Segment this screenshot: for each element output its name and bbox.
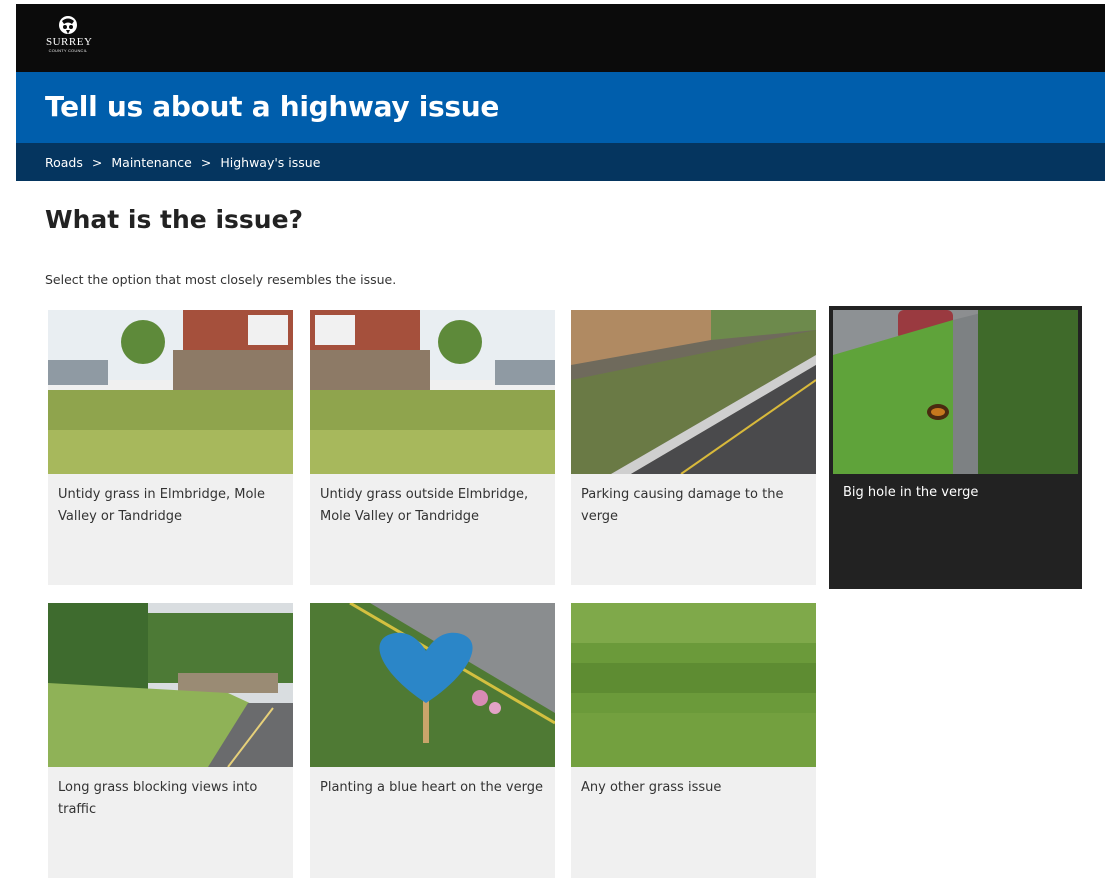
logo-text: SURREY [46, 36, 93, 48]
option-label: Parking causing damage to the verge [581, 487, 784, 524]
option-any-other-grass-issue[interactable]: Any other grass issue [571, 603, 816, 878]
blue-heart-sign-photo [310, 603, 555, 767]
option-untidy-grass-in-elmbridge[interactable]: Untidy grass in Elmbridge, Mole Valley o… [48, 310, 293, 585]
section-heading: What is the issue? [45, 205, 304, 234]
logo-subtext: COUNTY COUNCIL [48, 48, 88, 53]
breadcrumb-current: Highway's issue [220, 154, 321, 170]
option-planting-blue-heart[interactable]: Planting a blue heart on the verge [310, 603, 555, 878]
option-parking-damage-verge[interactable]: Parking causing damage to the verge [571, 310, 816, 585]
surrey-logo[interactable]: SURREY COUNTY COUNCIL [46, 14, 93, 64]
site-header: SURREY COUNTY COUNCIL [16, 4, 1105, 72]
option-long-grass-blocking-views[interactable]: Long grass blocking views into traffic [48, 603, 293, 878]
breadcrumb-separator: > [91, 154, 103, 170]
surrey-crest-icon [59, 16, 77, 34]
hole-in-verge-photo [833, 310, 1078, 474]
houses-fence-grass-mirrored-photo [310, 310, 555, 474]
option-untidy-grass-outside-elmbridge[interactable]: Untidy grass outside Elmbridge, Mole Val… [310, 310, 555, 585]
instruction-text: Select the option that most closely rese… [45, 272, 397, 287]
option-label: Any other grass issue [581, 780, 722, 795]
breadcrumb-roads[interactable]: Roads [45, 155, 83, 170]
option-label: Untidy grass in Elmbridge, Mole Valley o… [58, 487, 266, 524]
option-label: Untidy grass outside Elmbridge, Mole Val… [320, 487, 529, 524]
houses-fence-grass-photo [48, 310, 293, 474]
option-label: Big hole in the verge [843, 485, 979, 500]
breadcrumb-maintenance[interactable]: Maintenance [111, 155, 192, 170]
damaged-verge-road-photo [571, 310, 816, 474]
grass-closeup-photo [571, 603, 816, 767]
title-bar: Tell us about a highway issue [16, 72, 1105, 143]
option-label: Long grass blocking views into traffic [58, 780, 258, 817]
breadcrumb-separator: > [200, 154, 212, 170]
option-label: Planting a blue heart on the verge [320, 780, 543, 795]
long-grass-road-photo [48, 603, 293, 767]
page-title: Tell us about a highway issue [45, 90, 500, 123]
breadcrumb: Roads > Maintenance > Highway's issue [16, 143, 1105, 181]
option-big-hole-in-verge[interactable]: Big hole in the verge [829, 306, 1082, 589]
